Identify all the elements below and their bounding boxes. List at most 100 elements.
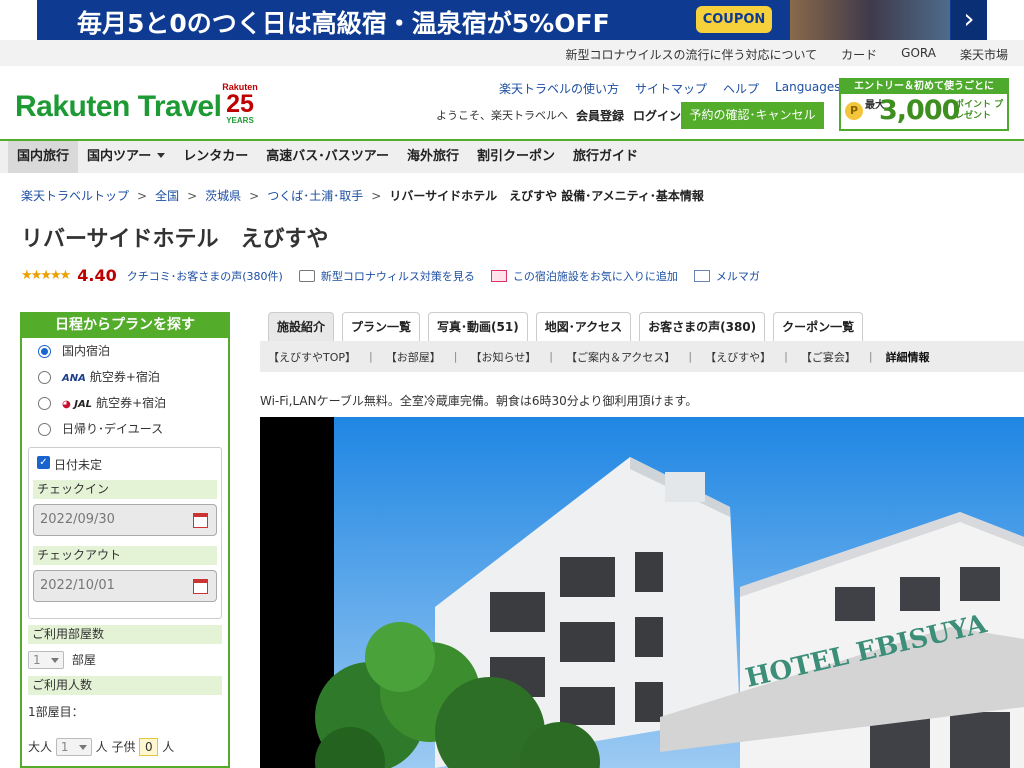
top-link-bar: 新型コロナウイルスの流行に伴う対応について カード GORA 楽天市場 <box>0 40 1024 66</box>
date-undecided-label: 日付未定 <box>54 458 103 472</box>
hotel-tabs: 施設紹介 プラン一覧 写真･動画(51) 地図･アクセス お客さまの声(380)… <box>268 312 864 341</box>
promo-suffix: ポイント プレゼント <box>955 100 1004 121</box>
25-years-badge: Rakuten 25 YEARS <box>222 82 258 128</box>
tab-map[interactable]: 地図･アクセス <box>535 312 632 341</box>
nav-domestic[interactable]: 国内旅行 <box>8 141 79 173</box>
points-promo-banner[interactable]: エントリー＆初めて使うごとに P 最大 3,000 ポイント プレゼント <box>839 78 1009 131</box>
login-link[interactable]: ログイン <box>633 107 681 124</box>
checkout-value: 2022/10/01 <box>40 578 115 593</box>
breadcrumb-current: リバーサイドホテル えびすや 設備･アメニティ･基本情報 <box>389 189 704 203</box>
tab-plans[interactable]: プラン一覧 <box>342 312 421 341</box>
adult-label: 大人 <box>28 740 53 754</box>
child-label: 子供 <box>111 740 136 754</box>
checkbox-checked-icon[interactable]: ✓ <box>37 456 50 469</box>
reviews-link[interactable]: クチコミ･お客さまの声(380件) <box>127 268 283 284</box>
printer-icon <box>298 269 315 282</box>
radio-dayuse[interactable]: 日帰り･デイユース <box>22 416 228 442</box>
jal-logo: ◕ JAL <box>62 399 93 410</box>
subnav-news[interactable]: 【お知らせ】 <box>470 349 536 365</box>
rating-score: 4.40 <box>77 266 117 285</box>
reservation-confirm-button[interactable]: 予約の確認･キャンセル <box>681 102 824 129</box>
subnav-access[interactable]: 【ご案内＆アクセス】 <box>566 349 675 365</box>
register-link[interactable]: 会員登録 <box>576 107 624 124</box>
mail-icon <box>693 269 710 282</box>
rooms-label: ご利用部屋数 <box>28 625 222 644</box>
rooms-select[interactable]: 1 <box>28 651 64 669</box>
subnav-top[interactable]: 【えびすやTOP】 <box>268 349 356 365</box>
people-label: ご利用人数 <box>28 676 222 695</box>
hotel-description: Wi-Fi,LANケーブル無料。全室冷蔵庫完備。朝食は6時30分より御利用頂けま… <box>260 394 698 408</box>
subnav-banquet[interactable]: 【ご宴会】 <box>801 349 856 365</box>
tab-reviews[interactable]: お客さまの声(380) <box>639 312 766 341</box>
ana-logo: ANA <box>62 373 86 384</box>
coupon-badge: COUPON <box>696 6 772 33</box>
rakuten-travel-logo[interactable]: Rakuten Travel <box>15 90 222 124</box>
radio-jal[interactable]: ◕ JAL 航空券+宿泊 <box>22 390 228 416</box>
radio-icon[interactable] <box>38 397 51 410</box>
breadcrumb-ibaraki[interactable]: 茨城県 <box>205 189 241 203</box>
radio-label: 日帰り･デイユース <box>62 422 164 436</box>
main-nav: 国内旅行 国内ツアー レンタカー 高速バス･バスツアー 海外旅行 割引クーポン … <box>0 139 1024 173</box>
rating-stars: ★★★★★ <box>21 268 71 283</box>
room1-label: 1部屋目： <box>28 705 84 719</box>
help-link[interactable]: ヘルプ <box>723 80 759 97</box>
calendar-icon[interactable] <box>193 579 208 594</box>
radio-domestic[interactable]: 国内宿泊 <box>22 338 228 364</box>
card-link[interactable]: カード <box>841 46 877 63</box>
breadcrumb-top[interactable]: 楽天トラベルトップ <box>21 189 129 203</box>
calendar-icon[interactable] <box>193 513 208 528</box>
child-unit: 人 <box>162 740 175 754</box>
header-links: 楽天トラベルの使い方 サイトマップ ヘルプ Languages <box>499 80 854 97</box>
rakuten-ichiba-link[interactable]: 楽天市場 <box>960 46 1008 63</box>
breadcrumb-area[interactable]: つくば･土浦･取手 <box>267 189 363 203</box>
how-to-use-link[interactable]: 楽天トラベルの使い方 <box>499 80 619 97</box>
radio-label: 航空券+宿泊 <box>96 396 167 410</box>
date-box: ✓ 日付未定 チェックイン 2022/09/30 チェックアウト 2022/10… <box>28 447 222 619</box>
plan-search-sidebar: 日程からプランを探す 国内宿泊 ANA 航空券+宿泊 ◕ JAL 航空券+宿泊 日帰… <box>20 312 230 768</box>
promo-amount: 3,000 <box>879 95 960 126</box>
radio-ana[interactable]: ANA 航空券+宿泊 <box>22 364 228 390</box>
breadcrumb-national[interactable]: 全国 <box>155 189 179 203</box>
sub-nav: 【えびすやTOP】 | 【お部屋】 | 【お知らせ】 | 【ご案内＆アクセス】 | 【え… <box>260 341 1024 372</box>
nav-bus[interactable]: 高速バス･バスツアー <box>257 141 398 173</box>
welcome-text: ようこそ、楽天トラベルへ <box>436 109 568 122</box>
newsletter-link[interactable]: メルマガ <box>716 268 760 284</box>
page-title: リバーサイドホテル えびすや <box>21 227 329 252</box>
badge-years: YEARS <box>226 116 254 125</box>
tab-photos[interactable]: 写真･動画(51) <box>428 312 528 341</box>
covid-notice-link[interactable]: 新型コロナウイルスの流行に伴う対応について <box>566 46 818 63</box>
radio-icon[interactable] <box>38 423 51 436</box>
nav-coupon[interactable]: 割引クーポン <box>468 141 564 173</box>
subnav-ebisuya[interactable]: 【えびすや】 <box>705 349 771 365</box>
subnav-details[interactable]: 詳細情報 <box>886 349 930 365</box>
nav-rental-car[interactable]: レンタカー <box>174 141 257 173</box>
checkin-input[interactable]: 2022/09/30 <box>33 504 217 536</box>
radio-selected-icon[interactable] <box>38 345 51 358</box>
checkin-label: チェックイン <box>33 480 217 499</box>
breadcrumb: 楽天トラベルトップ > 全国 > 茨城県 > つくば･土浦･取手 > リバーサイドホテル えびす… <box>21 189 704 203</box>
tab-coupons[interactable]: クーポン一覧 <box>773 312 864 341</box>
tab-facility[interactable]: 施設紹介 <box>268 312 335 341</box>
sidebar-header: 日程からプランを探す <box>20 312 230 338</box>
add-favorite-link[interactable]: この宿泊施設をお気に入りに追加 <box>513 268 678 284</box>
rooms-unit: 部屋 <box>71 653 96 667</box>
radio-icon[interactable] <box>38 371 51 384</box>
promo-banner[interactable]: 毎月5と0のつく日は高級宿・温泉宿が5%OFF COUPON › <box>37 0 987 40</box>
sitemap-link[interactable]: サイトマップ <box>635 80 707 97</box>
nav-domestic-tour[interactable]: 国内ツアー <box>78 141 174 173</box>
subnav-rooms[interactable]: 【お部屋】 <box>386 349 441 365</box>
favorite-icon <box>490 269 507 282</box>
covid-measures-link[interactable]: 新型コロナウィルス対策を見る <box>321 268 475 284</box>
chevron-right-icon[interactable]: › <box>951 0 987 40</box>
gora-link[interactable]: GORA <box>901 46 936 63</box>
banner-image <box>790 0 950 40</box>
adult-unit: 人 <box>95 740 108 754</box>
promo-header: エントリー＆初めて使うごとに <box>841 80 1007 94</box>
checkout-input[interactable]: 2022/10/01 <box>33 570 217 602</box>
child-input[interactable]: 0 <box>139 738 159 756</box>
radio-label: 航空券+宿泊 <box>89 370 160 384</box>
nav-guide[interactable]: 旅行ガイド <box>564 141 647 173</box>
nav-overseas[interactable]: 海外旅行 <box>398 141 468 173</box>
adult-select[interactable]: 1 <box>55 738 92 756</box>
badge-number: 25 <box>226 90 254 118</box>
